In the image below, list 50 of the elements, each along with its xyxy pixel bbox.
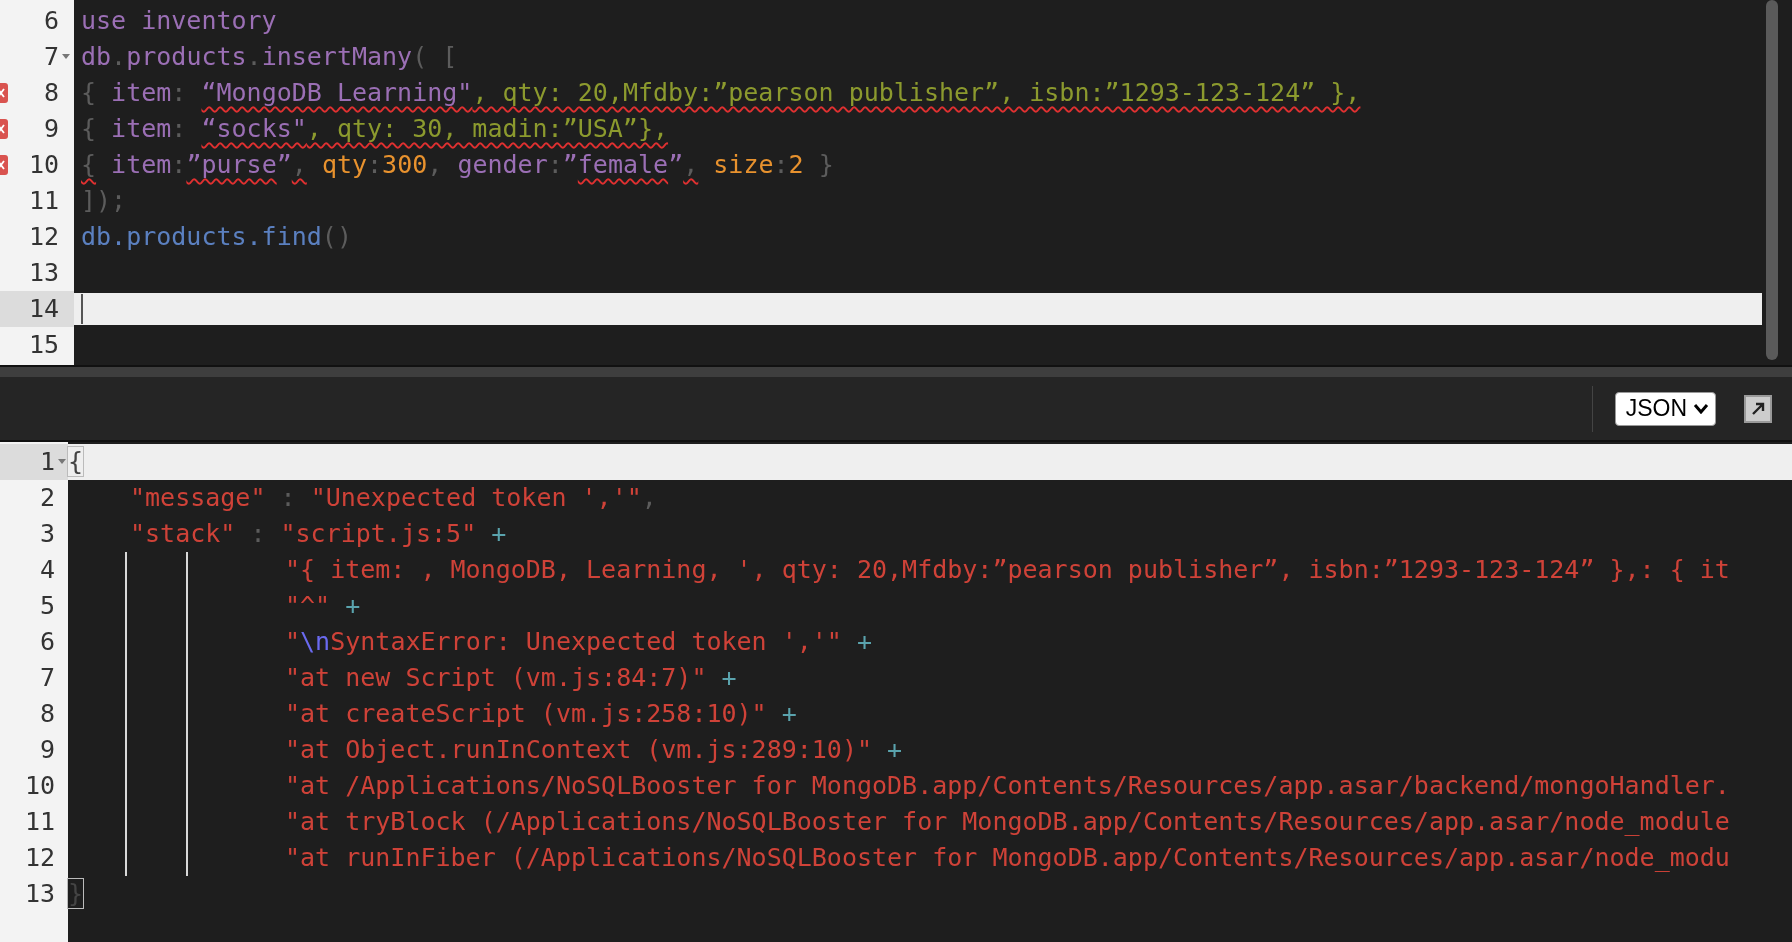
- line-number: 14: [28, 293, 59, 325]
- line-number: 1: [39, 446, 55, 478]
- line-number: 7: [39, 662, 55, 694]
- line-number: 6: [43, 5, 59, 37]
- code-line: { item: “socks", qty: 30, madin:”USA”},: [81, 113, 669, 145]
- format-dropdown[interactable]: JSON: [1614, 391, 1716, 426]
- line-number: 8: [43, 77, 59, 109]
- line-number: 3: [39, 518, 55, 550]
- code-line: "at new Script (vm.js:84:7)" +: [285, 662, 737, 694]
- code-line: db.products.insertMany( [: [81, 41, 458, 73]
- code-line: "^" +: [285, 590, 361, 622]
- line-number: 10: [24, 770, 55, 802]
- code-line: { item: “MongoDB Learning", qty: 20,Mfdby:”pearson publisher”, isbn:”1293-123-124” },: [81, 77, 1361, 109]
- caret-icon[interactable]: [62, 54, 70, 60]
- line-number: 12: [28, 221, 59, 253]
- line-number: 11: [24, 806, 55, 838]
- code-line: ]);: [81, 185, 127, 217]
- line-number: 10: [28, 149, 59, 181]
- line-number: 5: [39, 590, 55, 622]
- line-number: 7: [43, 41, 59, 73]
- code-line: use inventory: [81, 5, 277, 37]
- code-line: "at tryBlock (/Applications/NoSQLBooster for MongoDB.app/Contents/Resources/app.asar/node_module: [285, 806, 1730, 838]
- line-number: 12: [24, 842, 55, 874]
- code-line: "message" : "Unexpected token ','",: [130, 482, 657, 514]
- code-line: "at createScript (vm.js:258:10)" +: [285, 698, 797, 730]
- line-number: 8: [39, 698, 55, 730]
- line-number: 4: [39, 554, 55, 586]
- scrollbar[interactable]: [1766, 0, 1778, 360]
- line-number: 2: [39, 482, 55, 514]
- line-number: 9: [43, 113, 59, 145]
- line-number: 9: [39, 734, 55, 766]
- code-line: "\nSyntaxError: Unexpected token ','" +: [285, 626, 873, 658]
- caret-icon[interactable]: [58, 459, 66, 465]
- line-number: 11: [28, 185, 59, 217]
- expand-button[interactable]: [1744, 394, 1772, 423]
- code-line: "at /Applications/NoSQLBooster for MongoDB.app/Contents/Resources/app.asar/backend/mongoHandler.: [285, 770, 1730, 802]
- code-line: {: [68, 446, 84, 478]
- code-line: "{ item: , MongoDB, Learning, ', qty: 20,Mfdby:”pearson publisher”, isbn:”1293-123-124” },: { it: [285, 554, 1730, 586]
- code-line: "at Object.runInContext (vm.js:289:10)" +: [285, 734, 903, 766]
- code-line: }: [68, 878, 84, 910]
- line-number: 13: [24, 878, 55, 910]
- line-number: 13: [28, 257, 59, 289]
- code-line: db.products.find(): [81, 221, 352, 253]
- chevron-down-icon: [1693, 403, 1709, 414]
- line-number: 6: [39, 626, 55, 658]
- pane-splitter[interactable]: [0, 365, 1792, 377]
- code-line: "stack" : "script.js:5" +: [130, 518, 507, 550]
- line-number: 15: [28, 329, 59, 361]
- code-line: "at runInFiber (/Applications/NoSQLBooster for MongoDB.app/Contents/Resources/app.asar/node_modu: [285, 842, 1730, 874]
- code-line: { item:”purse”, qty:300, gender:”female”, size:2 }: [81, 149, 834, 181]
